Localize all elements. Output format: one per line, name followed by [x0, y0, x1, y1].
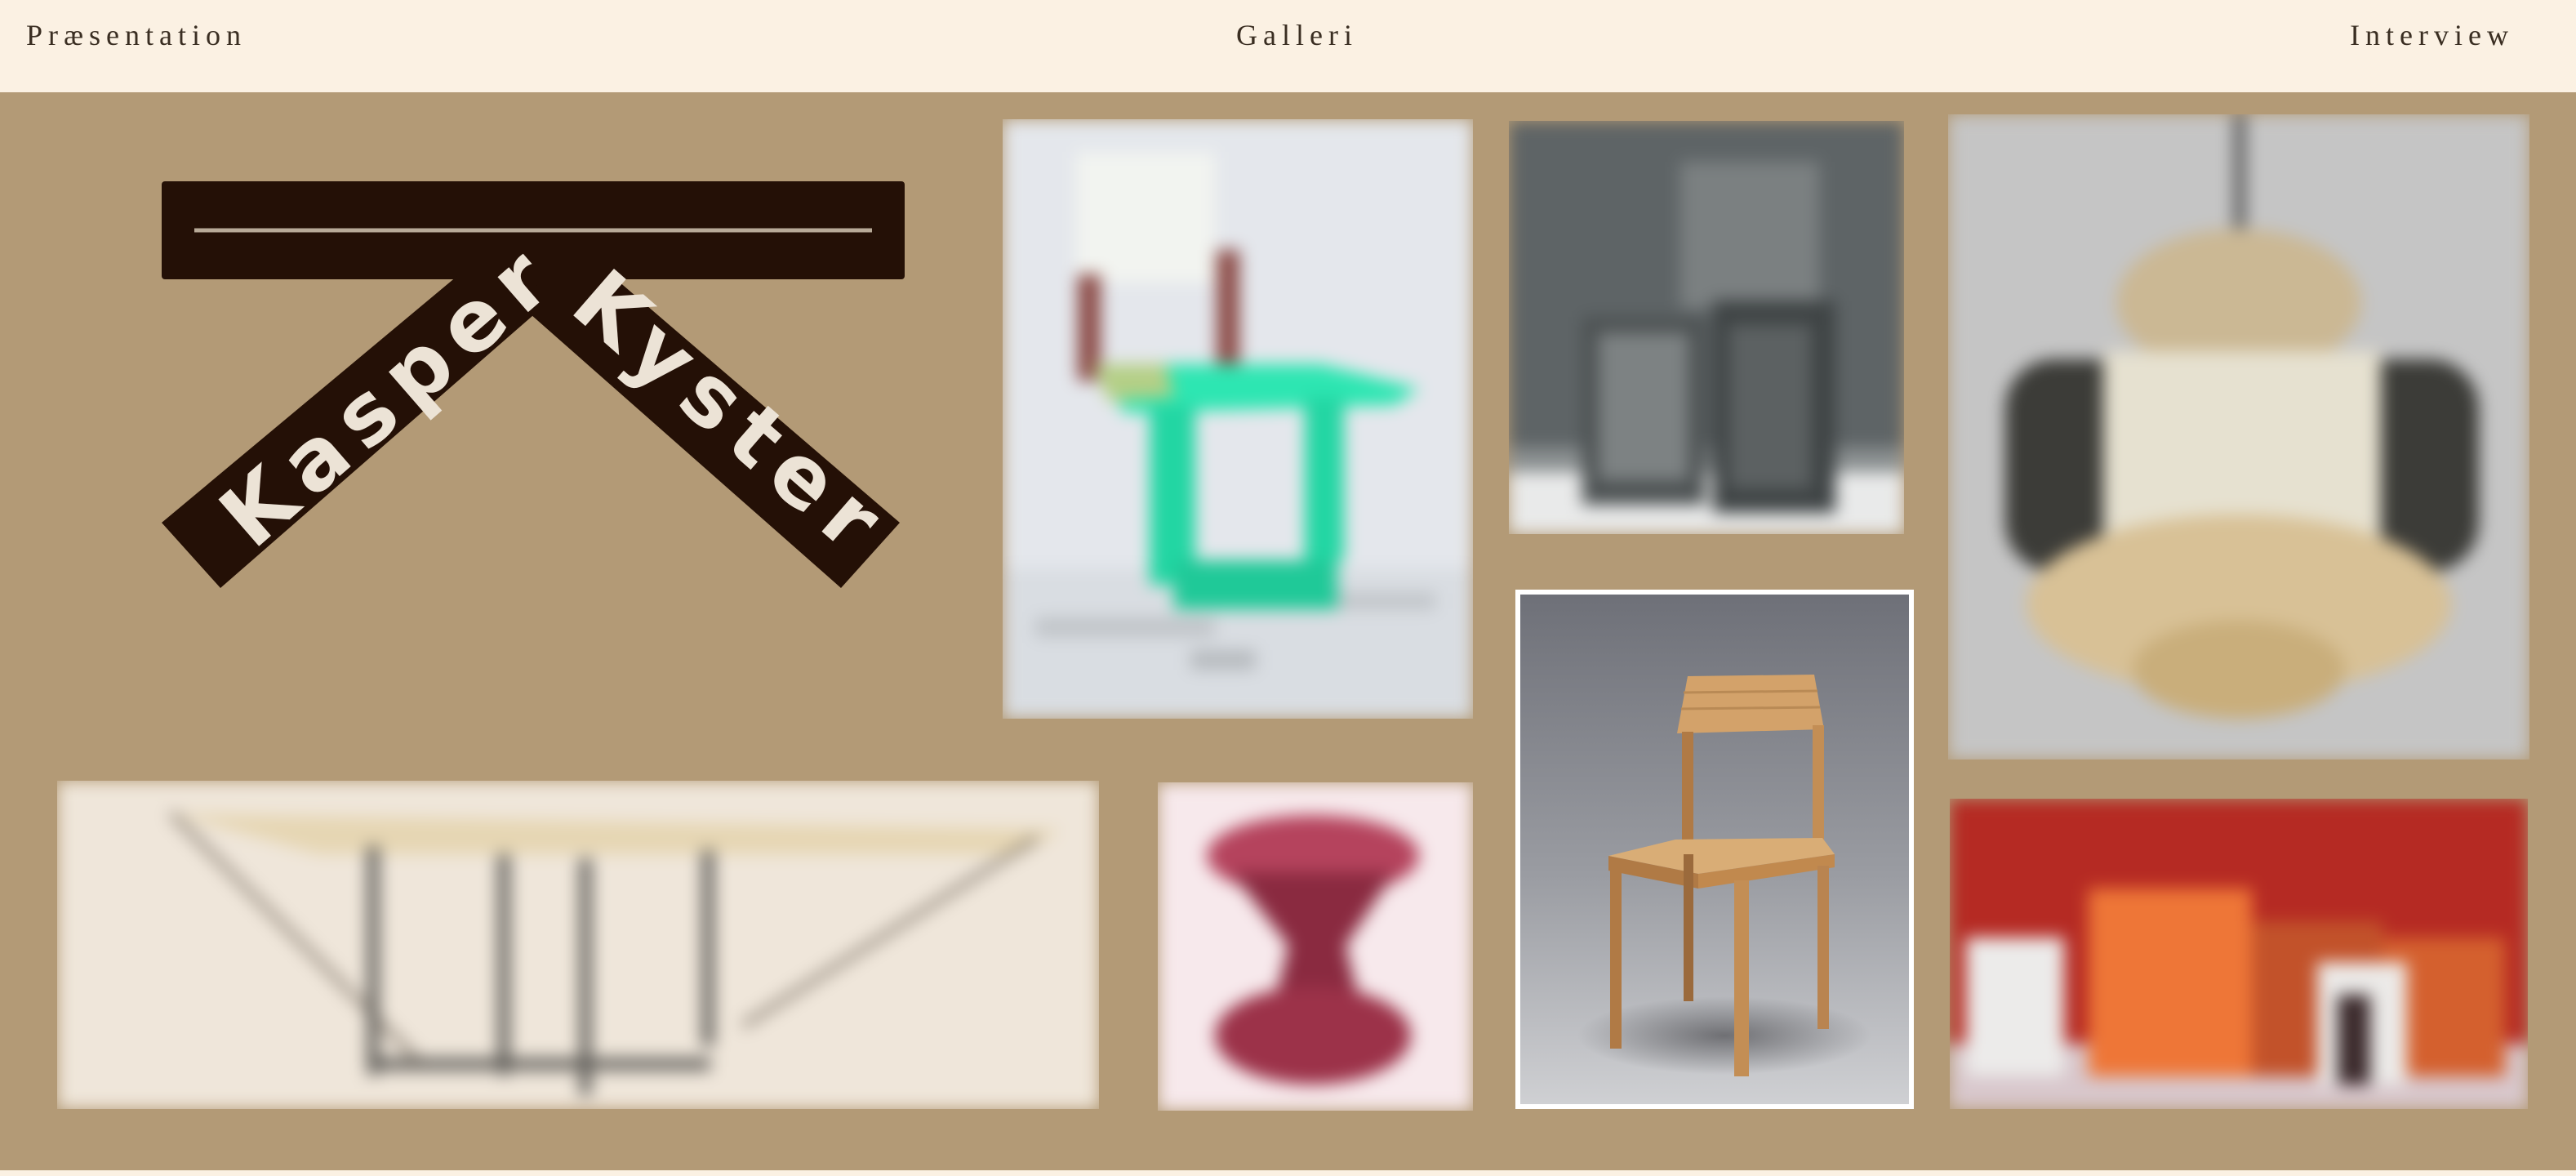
kasper-kyster-logo: Kasper Kyster [155, 172, 914, 596]
chair-image [1520, 595, 1909, 1104]
gallery-item-pendant-lamp[interactable] [1948, 114, 2529, 760]
lamp-image [1948, 114, 2529, 760]
gallery-item-table-long[interactable] [57, 781, 1099, 1109]
top-navigation: Præsentation Galleri Interview [0, 0, 2576, 92]
stool-image [1158, 782, 1473, 1111]
bottom-strip [0, 1170, 2576, 1176]
frame-sculpture-image [1509, 121, 1904, 534]
chair-image [1003, 119, 1473, 719]
gallery-item-wooden-chair[interactable] [1515, 590, 1914, 1109]
gallery-item-chair-teal[interactable] [1003, 119, 1473, 719]
logo-last-name: Kyster [554, 251, 910, 578]
nav-link-presentation[interactable]: Præsentation [26, 18, 247, 52]
nav-link-interview[interactable]: Interview [2350, 18, 2514, 52]
table-image [57, 781, 1099, 1109]
gallery-item-stool-red[interactable] [1158, 782, 1473, 1111]
shelf-image [1950, 799, 2528, 1109]
gallery-item-frame-sculpture[interactable] [1509, 121, 1904, 534]
nav-link-gallery[interactable]: Galleri [1236, 18, 1358, 52]
gallery-item-boxes-red[interactable] [1950, 799, 2528, 1109]
